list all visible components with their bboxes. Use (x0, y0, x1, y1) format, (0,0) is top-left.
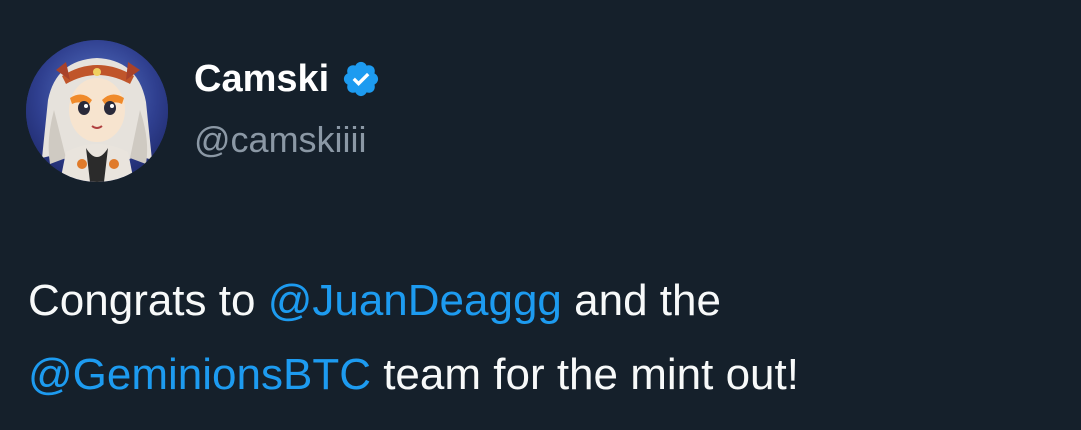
display-name[interactable]: Camski (194, 56, 329, 102)
avatar-image (26, 40, 168, 182)
mention-link-geminionsbtc[interactable]: @GeminionsBTC (28, 350, 371, 399)
tweet-text-segment: Congrats to (28, 276, 268, 325)
tweet-text-segment: and the (561, 276, 721, 325)
tweet-card: Camski @camskiiii Congrats to @JuanDeagg… (0, 0, 1081, 430)
mention-link-juandeaggg[interactable]: @JuanDeaggg (268, 276, 562, 325)
avatar[interactable] (26, 40, 168, 182)
author-handle[interactable]: @camskiiii (194, 118, 367, 162)
tweet-text: Congrats to @JuanDeaggg and the @Geminion… (28, 264, 1058, 412)
verified-badge-icon (341, 59, 381, 99)
tweet-text-segment: team for the mint out! (370, 350, 799, 399)
author-name-row: Camski (194, 56, 381, 102)
